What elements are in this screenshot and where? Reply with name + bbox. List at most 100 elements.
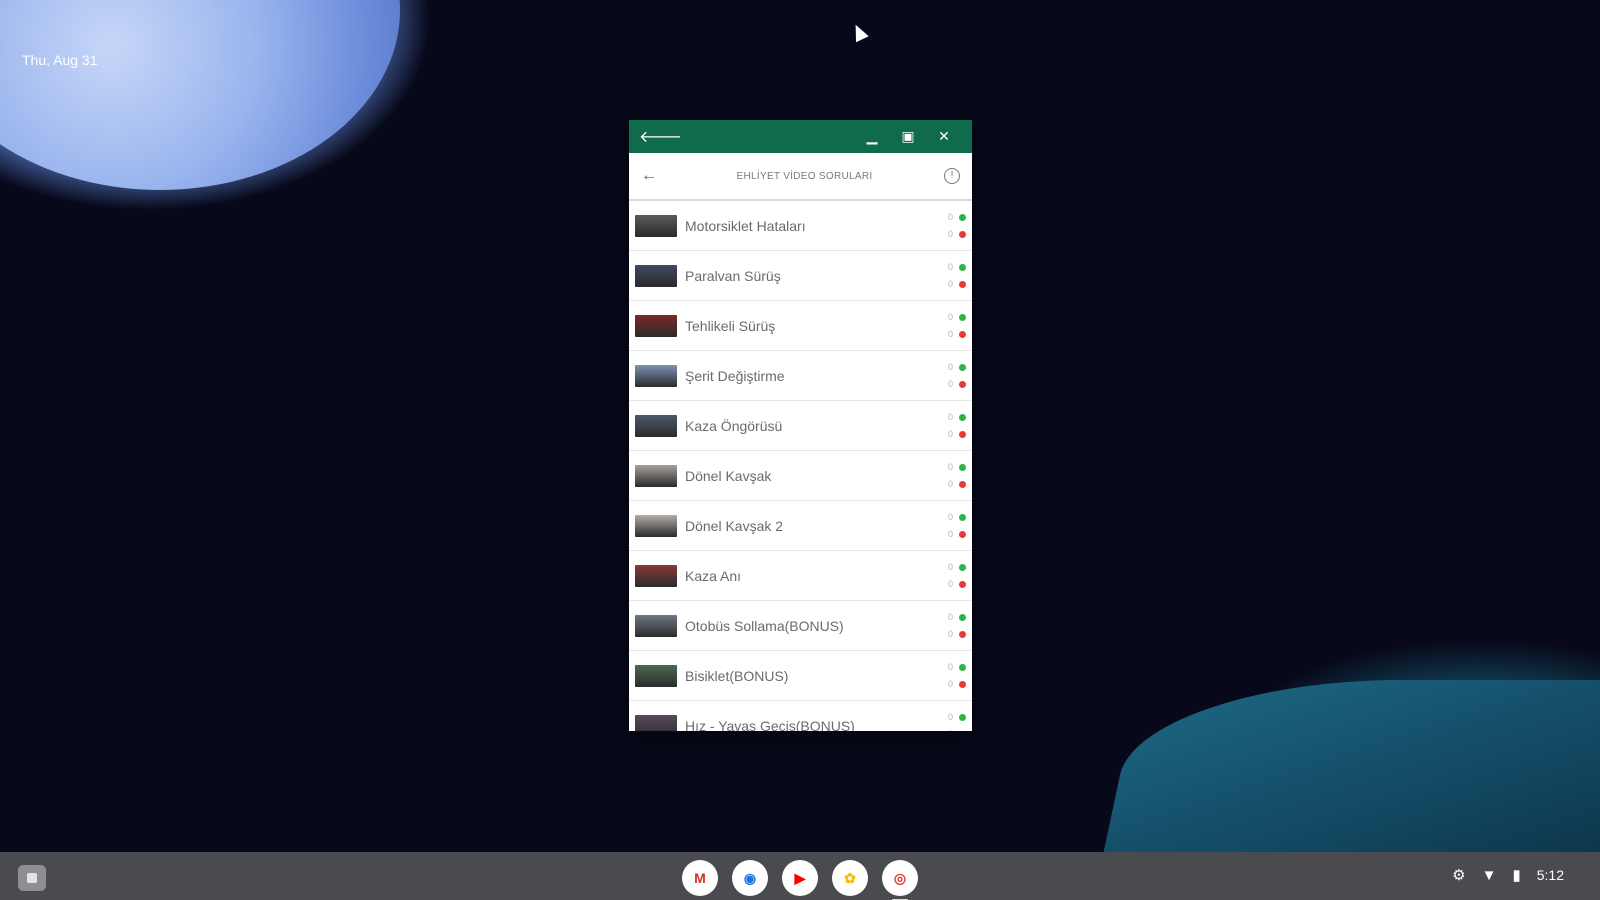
correct-dot-icon (959, 463, 966, 471)
wrong-dot-icon (959, 230, 966, 238)
list-item[interactable]: Hız - Yavaş Geçiş(BONUS) 0 0 (629, 701, 972, 731)
list-item[interactable]: Bisiklet(BONUS) 0 0 (629, 651, 972, 701)
list-item-label: Otobüs Sollama(BONUS) (685, 617, 844, 634)
wrong-count: 0 (947, 529, 953, 539)
wrong-dot-icon (959, 580, 966, 588)
list-item[interactable]: Paralvan Sürüş 0 0 (629, 251, 972, 301)
info-icon[interactable]: ! (944, 168, 960, 184)
correct-dot-icon (959, 363, 966, 371)
wrong-count: 0 (947, 429, 953, 439)
correct-count: 0 (947, 712, 953, 722)
video-thumbnail (635, 414, 677, 437)
correct-count: 0 (947, 512, 953, 522)
wrong-dot-icon (959, 380, 966, 388)
list-item[interactable]: Dönel Kavşak 200 (629, 501, 972, 551)
score-indicator: 00 (938, 362, 966, 389)
score-indicator: 00 (938, 512, 966, 539)
video-thumbnail (635, 364, 677, 387)
list-item-label: Şerit Değiştirme (685, 367, 785, 384)
correct-count: 0 (947, 462, 953, 472)
launcher-icon[interactable] (18, 865, 46, 891)
wrong-dot-icon (959, 530, 966, 538)
wrong-dot-icon (959, 280, 966, 288)
correct-dot-icon (959, 213, 966, 221)
desktop-date: Thu, Aug 31 (22, 52, 98, 68)
list-item[interactable]: Kaza Anı 0 0 (629, 551, 972, 601)
close-icon[interactable]: ✕ (926, 128, 962, 145)
correct-count: 0 (947, 262, 953, 272)
wrong-dot-icon (959, 630, 966, 638)
list-item-label: Tehlikeli Sürüş (685, 317, 776, 334)
wallpaper-sea (1099, 680, 1600, 870)
battery-icon: ▮ (1512, 867, 1521, 884)
list-item[interactable]: Tehlikeli Sürüş 0 0 (629, 301, 972, 351)
list-item[interactable]: Kaza Öngörüsü 0 0 (629, 401, 972, 451)
app-window: 🡐 ▁ ▣ ✕ ← EHLİYET VİDEO SORULARI ! Motor… (629, 120, 972, 731)
app-bar: ← EHLİYET VİDEO SORULARI ! (629, 153, 972, 201)
video-thumbnail (635, 564, 677, 587)
correct-count: 0 (947, 562, 953, 572)
wrong-count: 0 (947, 579, 953, 589)
wrong-count: 0 (948, 729, 953, 731)
correct-count: 0 (947, 612, 953, 622)
video-thumbnail (635, 314, 677, 337)
window-titlebar: 🡐 ▁ ▣ ✕ (629, 120, 972, 153)
clock-time: 5:12 (1536, 867, 1564, 883)
score-indicator: 00 (938, 462, 966, 489)
wrong-dot-icon (959, 680, 966, 688)
settings-icon[interactable]: ⚙ (1452, 866, 1465, 884)
wrong-dot-icon (959, 480, 966, 488)
wrong-count: 0 (947, 229, 953, 239)
correct-dot-icon (959, 513, 966, 521)
wrong-count: 0 (947, 629, 953, 639)
score-indicator: 00 (938, 262, 966, 289)
shelf-apps: M ◉ ▶ ✿ ◎ (682, 860, 918, 900)
chrome-icon[interactable]: ◉ (732, 860, 768, 896)
status-tray[interactable]: ⚙ ▼ ▮ 5:12 (1452, 866, 1564, 885)
maximize-icon[interactable]: ▣ (890, 128, 926, 145)
list-item[interactable]: Şerit Değiştirme 0 0 (629, 351, 972, 401)
window-back-icon[interactable]: 🡐 (639, 126, 682, 147)
list-item-label: Kaza Öngörüsü (685, 417, 783, 434)
wifi-icon: ▼ (1481, 866, 1497, 884)
video-category-list: Motorsiklet Hataları 0 0 Paralvan Sürüş 0 0 Te… (629, 201, 972, 731)
correct-dot-icon (959, 413, 966, 421)
list-item[interactable]: Dönel Kavşak 0 0 (629, 451, 972, 501)
wrong-count: 0 (947, 679, 953, 689)
correct-dot-icon (959, 263, 966, 271)
shelf: M ◉ ▶ ✿ ◎ ⚙ ▼ ▮ 5:12 (0, 852, 1600, 900)
score-indicator: 00 (938, 312, 966, 339)
video-thumbnail (635, 614, 677, 637)
correct-count: 0 (947, 212, 953, 222)
wrong-count: 0 (947, 329, 953, 339)
gmail-icon[interactable]: M (682, 860, 718, 896)
video-thumbnail (635, 514, 677, 537)
correct-count: 0 (947, 312, 953, 322)
wrong-dot-icon (959, 730, 966, 731)
list-item-label: Dönel Kavşak 2 (685, 517, 784, 534)
video-thumbnail (635, 214, 677, 237)
minimize-icon[interactable]: ▁ (854, 128, 890, 145)
correct-count: 0 (947, 362, 953, 372)
correct-count: 0 (947, 662, 953, 672)
list-item-label: Bisiklet(BONUS) (685, 667, 789, 684)
wrong-count: 0 (947, 479, 953, 489)
list-item[interactable]: Otobüs Sollama(BONUS) 0 0 (629, 601, 972, 651)
app-icon[interactable]: ◎ (882, 860, 918, 900)
youtube-icon[interactable]: ▶ (782, 860, 818, 896)
score-indicator: 00 (938, 662, 966, 689)
list-item[interactable]: Motorsiklet Hataları 0 0 (629, 201, 972, 251)
wallpaper-moon (0, 0, 400, 190)
video-thumbnail (635, 664, 677, 687)
correct-dot-icon (959, 563, 966, 571)
back-arrow-icon[interactable]: ← (641, 167, 665, 185)
correct-dot-icon (959, 613, 966, 621)
correct-count: 0 (947, 412, 953, 422)
photos-icon[interactable]: ✿ (832, 860, 868, 896)
wrong-count: 0 (947, 379, 953, 389)
list-item-label: Hız - Yavaş Geçiş(BONUS) (685, 717, 855, 732)
list-item-label: Paralvan Sürüş (685, 267, 781, 284)
list-item-label: Dönel Kavşak (685, 467, 772, 484)
correct-dot-icon (959, 663, 966, 671)
score-indicator: 00 (938, 612, 966, 639)
